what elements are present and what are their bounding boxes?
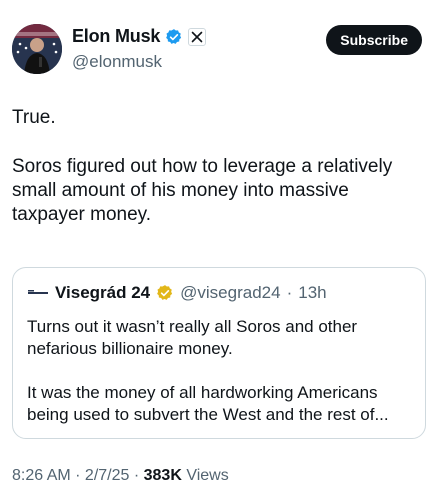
- quoted-text: Turns out it wasn’t really all Soros and…: [27, 316, 411, 426]
- views-count: 383K: [143, 467, 182, 484]
- meta-separator: ·: [70, 467, 85, 484]
- quoted-author-avatar[interactable]: [27, 282, 49, 304]
- quoted-timestamp[interactable]: 13h: [298, 283, 326, 303]
- post-text: True. Soros figured out how to leverage …: [12, 106, 422, 252]
- post-paragraph: Soros figured out how to leverage a rela…: [12, 156, 393, 225]
- quoted-paragraph: It was the money of all hardworking Amer…: [27, 383, 389, 424]
- quoted-author-handle[interactable]: @visegrad24: [180, 283, 280, 303]
- subscribe-button[interactable]: Subscribe: [326, 25, 422, 55]
- gold-verified-badge-icon: [156, 284, 174, 302]
- meta-separator: ·: [129, 467, 144, 484]
- author-handle[interactable]: @elonmusk: [72, 52, 162, 72]
- post-header: Elon Musk @elonmusk Subscribe: [12, 20, 426, 80]
- post-time[interactable]: 8:26 AM: [12, 467, 71, 484]
- quoted-post[interactable]: Visegrád 24 @visegrad24 · 13h Turns out …: [12, 267, 426, 439]
- post-meta: 8:26 AM · 2/7/25 · 383K Views: [12, 467, 229, 485]
- verified-badge-icon: [165, 28, 183, 46]
- x-logo-icon[interactable]: [188, 27, 207, 46]
- post-paragraph: True.: [12, 107, 56, 128]
- quoted-paragraph: Turns out it wasn’t really all Soros and…: [27, 317, 358, 358]
- post-date[interactable]: 2/7/25: [85, 467, 129, 484]
- author-name[interactable]: Elon Musk: [72, 26, 160, 47]
- quoted-separator: ·: [286, 283, 293, 302]
- quoted-author-name[interactable]: Visegrád 24: [55, 283, 150, 303]
- author-avatar[interactable]: [12, 24, 62, 74]
- views-label: Views: [181, 467, 229, 484]
